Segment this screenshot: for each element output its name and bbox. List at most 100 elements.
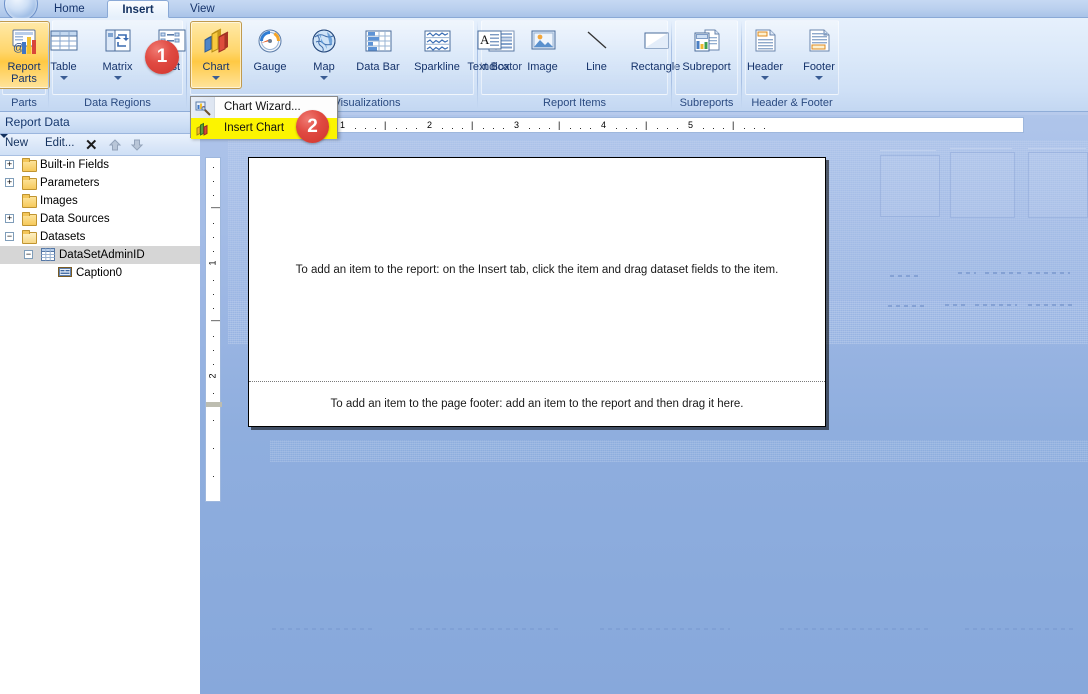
menu-item-label: Chart Wizard...	[224, 101, 301, 113]
matrix-icon	[102, 26, 134, 58]
text-box-button[interactable]: A Text Box	[463, 21, 515, 89]
chevron-down-icon[interactable]	[815, 76, 823, 80]
tree-node-label: Datasets	[40, 231, 86, 243]
close-x-icon[interactable]: ✕	[85, 136, 98, 154]
expander-icon[interactable]: +	[5, 160, 14, 169]
tab-home[interactable]: Home	[40, 0, 99, 18]
arrow-down-icon[interactable]	[130, 138, 144, 155]
folder-icon	[22, 176, 37, 190]
header-icon	[749, 26, 781, 58]
expander-icon[interactable]: −	[5, 232, 14, 241]
ruler-band-break	[206, 402, 222, 407]
image-button[interactable]: Image	[517, 21, 569, 89]
report-body-band[interactable]: To add an item to the report: on the Ins…	[249, 158, 825, 381]
body-hint-text: To add an item to the report: on the Ins…	[295, 263, 779, 276]
rectangle-icon	[640, 26, 672, 58]
line-button[interactable]: Line	[571, 21, 623, 89]
tree-node-label: Parameters	[40, 177, 100, 189]
tab-view[interactable]: View	[176, 0, 229, 18]
report-data-toolbar: New Edit... ✕	[0, 134, 200, 156]
report-footer-band[interactable]: To add an item to the page footer: add a…	[249, 382, 825, 426]
expander-icon[interactable]: −	[24, 250, 33, 259]
report-parts-icon: @	[8, 26, 40, 58]
chart-button[interactable]: Chart	[190, 21, 242, 89]
ruler-tick-label: 2	[207, 373, 218, 379]
gauge-icon	[254, 26, 286, 58]
insert-chart-icon	[195, 121, 211, 137]
tree-node-parameters[interactable]: + Parameters	[0, 174, 200, 192]
report-page-canvas[interactable]: To add an item to the report: on the Ins…	[248, 157, 826, 427]
vertical-ruler[interactable]: · · · — · · · 1 · · · — · · · 2 · · · ·	[205, 157, 222, 502]
tree-node-dataset-adminid[interactable]: − DataSetAdminID	[0, 246, 200, 264]
tree-node-label: Caption0	[76, 267, 123, 279]
footer-label: Footer	[803, 61, 835, 73]
map-button[interactable]: Map	[298, 21, 350, 89]
folder-icon	[22, 194, 37, 208]
callout-badge-2: 2	[296, 110, 329, 143]
chart-wizard-icon	[195, 100, 211, 116]
tree-node-label: Built-in Fields	[40, 159, 110, 171]
folder-icon	[22, 212, 37, 226]
new-button[interactable]: New	[5, 137, 28, 149]
field-icon	[58, 266, 72, 279]
chevron-down-icon[interactable]	[59, 76, 68, 80]
footer-hint-text: To add an item to the page footer: add a…	[330, 398, 744, 410]
folder-icon	[22, 158, 37, 172]
report-data-titlebar: Report Data »	[0, 112, 200, 134]
text-box-label: Text Box	[467, 61, 510, 73]
tree-node-label: DataSetAdminID	[59, 249, 145, 261]
subreport-icon	[691, 26, 723, 58]
tree-node-caption0[interactable]: Caption0	[0, 264, 200, 282]
header-button[interactable]: Header	[739, 21, 791, 89]
expander-icon[interactable]: +	[5, 214, 14, 223]
arrow-up-icon[interactable]	[108, 138, 122, 155]
chevron-down-icon[interactable]	[212, 76, 220, 80]
ribbon-group-label-parts: Parts	[11, 97, 37, 109]
tree-node-datasets[interactable]: − Datasets	[0, 228, 200, 246]
subreport-button[interactable]: Subreport	[676, 21, 738, 89]
chevron-down-icon[interactable]	[320, 76, 328, 80]
ruler-tick-label: 2	[427, 120, 433, 130]
ribbon-group-header-footer: Header Footer Header & Footer	[743, 18, 841, 112]
ruler-tick-label: 3	[514, 120, 520, 130]
tree-node-label: Data Sources	[40, 213, 110, 225]
image-label: Image	[527, 61, 558, 73]
sparkline-button[interactable]: Sparkline	[406, 21, 468, 89]
footer-icon	[803, 26, 835, 58]
table-icon	[48, 26, 80, 58]
expander-icon[interactable]: +	[5, 178, 14, 187]
report-design-host: 1 · · · | · · · 2 · · · | · · · 3 · · · | · · …	[200, 112, 1088, 694]
tab-insert[interactable]: Insert	[107, 0, 169, 18]
text-box-icon: A	[473, 26, 505, 58]
chevron-down-icon[interactable]	[761, 76, 769, 80]
tree-node-built-in-fields[interactable]: + Built-in Fields	[0, 156, 200, 174]
report-data-panel: Report Data » New Edit... ✕ + Built-in F…	[0, 112, 200, 694]
data-bar-icon	[362, 26, 394, 58]
image-icon	[527, 26, 559, 58]
ribbon-group-subreports: Subreport Subreports	[673, 18, 740, 112]
sparkline-icon	[421, 26, 453, 58]
ruler-tick-label: 4	[601, 120, 607, 130]
ruler-tick-label: 1	[340, 120, 346, 130]
table-button[interactable]: Table	[38, 21, 90, 89]
folder-open-icon	[22, 230, 37, 244]
ribbon-group-label-subreports: Subreports	[679, 97, 734, 109]
gauge-button[interactable]: Gauge	[244, 21, 296, 89]
tree-node-label: Images	[40, 195, 78, 207]
gauge-label: Gauge	[253, 61, 287, 73]
data-bar-button[interactable]: Data Bar	[352, 21, 404, 89]
matrix-button[interactable]: Matrix	[92, 21, 144, 89]
ribbon-tabstrip: Home Insert View	[0, 0, 1088, 21]
chevron-down-icon[interactable]	[113, 76, 122, 80]
map-label: Map	[313, 61, 335, 73]
ruler-tick-label: 5	[688, 120, 694, 130]
tree-node-images[interactable]: Images	[0, 192, 200, 210]
report-data-tree: + Built-in Fields + Parameters Images + …	[0, 156, 200, 694]
tree-node-data-sources[interactable]: + Data Sources	[0, 210, 200, 228]
callout-badge-1: 1	[145, 40, 179, 74]
footer-button[interactable]: Footer	[793, 21, 845, 89]
data-bar-label: Data Bar	[356, 61, 400, 73]
ribbon-group-label-data-regions: Data Regions	[84, 97, 151, 109]
horizontal-ruler[interactable]: 1 · · · | · · · 2 · · · | · · · 3 · · · | · · …	[336, 117, 1024, 133]
edit-button[interactable]: Edit...	[45, 137, 74, 149]
